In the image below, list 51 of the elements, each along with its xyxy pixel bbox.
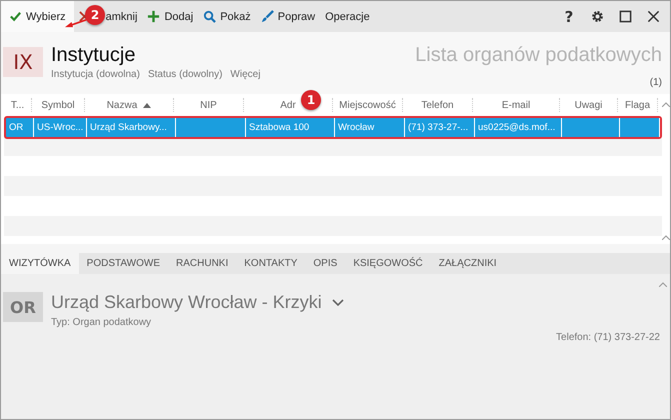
filter-link[interactable]: Status (dowolny) xyxy=(148,69,222,80)
column-header[interactable]: Symbol xyxy=(32,98,85,112)
column-header[interactable]: T... xyxy=(4,98,32,112)
check-icon xyxy=(9,10,22,23)
scroll-up-icon[interactable] xyxy=(662,235,670,240)
close-icon[interactable] xyxy=(646,10,660,23)
tab[interactable]: RACHUNKI xyxy=(168,253,236,274)
column-header[interactable]: Flaga xyxy=(618,98,658,112)
module-badge: IX xyxy=(3,47,43,77)
maximize-icon[interactable] xyxy=(618,10,632,23)
table-cell: (71) 373-27-... xyxy=(405,118,475,137)
toolbar-button[interactable]: Operacje xyxy=(320,1,375,32)
page-title: Instytucje xyxy=(51,44,136,66)
toolbar-button[interactable]: Pokaż xyxy=(198,1,256,32)
plus-icon xyxy=(147,10,160,23)
column-header[interactable]: Telefon xyxy=(403,98,473,112)
table-row[interactable]: OR US-Wroc... Urząd Skarbowy... Sztabowa 100 Wrocław (71) 373-27-... us0225@ds.mof... xyxy=(4,116,662,139)
tab[interactable]: OPIS xyxy=(305,253,346,274)
filter-link[interactable]: Więcej xyxy=(230,69,260,80)
type-badge: OR xyxy=(3,292,43,322)
toolbar-button[interactable]: Popraw xyxy=(256,1,320,32)
table-cell: Wrocław xyxy=(335,118,405,137)
help-button[interactable]: ? xyxy=(558,6,580,28)
tab[interactable]: WIZYTÓWKA xyxy=(1,253,79,274)
tab[interactable]: PODSTAWOWE xyxy=(78,253,168,274)
column-header[interactable]: E-mail xyxy=(473,98,560,112)
table-cell: OR xyxy=(6,118,34,137)
table-cell: us0225@ds.mof... xyxy=(475,118,562,137)
table-cell: US-Wroc... xyxy=(34,118,87,137)
phone-number: Telefon: (71) 373-27-22 xyxy=(556,332,660,344)
column-header[interactable]: NIP xyxy=(174,98,244,112)
filter-link[interactable]: Instytucja (dowolna) xyxy=(51,69,140,80)
tab[interactable]: KONTAKTY xyxy=(236,253,306,274)
chevron-down-icon[interactable] xyxy=(332,299,344,306)
search-icon xyxy=(203,10,216,23)
scroll-up-icon[interactable] xyxy=(662,102,670,107)
table-cell: Sztabowa 100 xyxy=(246,118,335,137)
brush-icon xyxy=(260,10,274,23)
list-title: Lista organów podatkowych xyxy=(415,44,662,67)
institution-type: Typ: Organ podatkowy xyxy=(51,317,152,328)
column-header[interactable]: Uwagi xyxy=(560,98,618,112)
column-header[interactable]: Nazwa xyxy=(85,98,174,112)
toolbar-button[interactable]: Wybierz xyxy=(1,1,74,32)
column-header[interactable]: Miejscowość xyxy=(333,98,403,112)
record-count: (1) xyxy=(650,77,662,88)
toolbar-button[interactable]: Dodaj xyxy=(142,1,198,32)
institution-name: Urząd Skarbowy Wrocław - Krzyki xyxy=(51,292,322,313)
tab[interactable]: KSIĘGOWOŚĆ xyxy=(345,253,431,274)
gear-icon[interactable] xyxy=(590,9,604,24)
table-cell: Urząd Skarbowy... xyxy=(87,118,176,137)
tab[interactable]: ZAŁĄCZNIKI xyxy=(430,253,505,274)
